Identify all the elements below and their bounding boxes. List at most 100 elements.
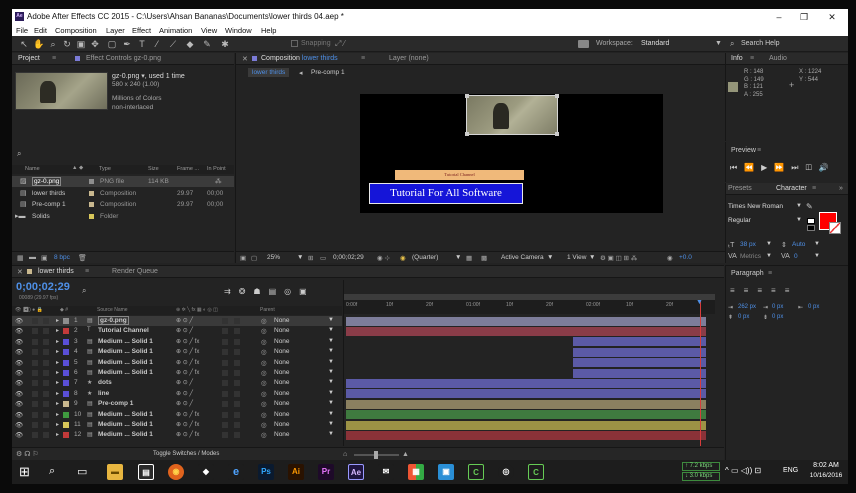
selection-tool-icon[interactable]: ↖ [18,38,30,50]
solo-toggle[interactable] [32,318,38,324]
lock-toggle[interactable] [43,328,49,335]
flowchart-icon[interactable]: ⁂ [215,177,222,185]
eye-icon[interactable]: 👁 [15,369,23,377]
bpc-button[interactable]: 8 bpc [54,254,70,261]
solo-toggle[interactable] [32,359,38,366]
layer-parent[interactable]: None [274,317,290,324]
roto-tool-icon[interactable]: ✎ [201,38,213,50]
expand-arrow-icon[interactable]: ▸ [56,421,59,428]
layer-parent[interactable]: None [274,369,290,376]
layer-name[interactable]: Medium ... Solid 1 [98,411,153,418]
switch-box[interactable] [234,422,240,428]
clock-time[interactable]: 8:02 AM [808,462,844,469]
tab-character[interactable]: Character [776,185,807,192]
search-icon[interactable]: ⌕ [49,465,55,478]
menu-help[interactable]: Help [261,26,276,35]
pickwhip-icon[interactable]: ◎ [261,338,267,346]
close-tab-icon[interactable]: ✕ [242,55,248,63]
layer-duration-bar[interactable] [572,337,706,347]
tab-render-queue[interactable]: Render Queue [112,268,158,275]
layer-parent[interactable]: None [274,327,290,334]
tutorial-channel-banner[interactable]: Tutorial Channel [395,170,524,180]
black-swatch[interactable] [807,225,815,231]
illustrator-icon[interactable]: Ai [288,464,304,480]
col-source-name[interactable]: Source Name [97,307,128,313]
chevron-down-icon[interactable]: ▼ [328,390,334,396]
menu-icon[interactable]: ≡ [750,55,754,62]
switch-box[interactable] [234,338,240,345]
label-color-swatch[interactable] [63,432,69,439]
pickwhip-icon[interactable]: ◎ [261,369,267,377]
layer-duration-bar[interactable] [346,326,706,336]
layer-parent[interactable]: None [274,421,290,428]
chevron-down-icon[interactable]: ▼ [328,421,334,427]
menu-icon[interactable]: ≡ [757,147,761,154]
chevron-down-icon[interactable]: ▼ [796,217,802,223]
close-icon[interactable]: ✕ [826,11,838,23]
layer-name[interactable]: gz-0.png [98,316,129,325]
layer-name[interactable]: line [98,390,109,397]
layer-duration-bar[interactable] [346,378,706,388]
switch-box[interactable] [234,411,240,418]
switch-box[interactable] [234,349,240,356]
lock-toggle[interactable] [43,338,49,345]
layer-name[interactable]: dots [98,379,112,386]
menu-icon[interactable]: ≡ [85,268,89,275]
switch-box[interactable] [222,359,228,366]
layer-row[interactable]: 👁 ▸ 3 ▤ Medium ... Solid 1 ⊕ ⊙ ╱ fx ◎ None ▼ [12,337,342,347]
snapping-checkbox[interactable] [291,40,298,47]
layer-row[interactable]: 👁 ▸ 12 ▤ Medium ... Solid 1 ⊕ ⊙ ╱ fx ◎ None ▼ [12,430,342,440]
crumb-pre-comp[interactable]: Pre-comp 1 [311,69,345,76]
layer-parent[interactable]: None [274,431,290,438]
project-item[interactable]: ▤ lower thirds Composition 29.97 00;00 [12,188,234,199]
grid-icon[interactable]: ⊞ [308,254,313,262]
roi-icon[interactable]: ▩ [481,254,487,262]
layer-duration-bar[interactable] [346,430,706,440]
solo-toggle[interactable] [32,390,38,397]
tab-presets[interactable]: Presets [728,185,752,192]
label-color-swatch[interactable] [63,359,69,366]
hand-tool-icon[interactable]: ✋ [33,38,45,50]
brush-tool-icon[interactable]: ⁄ [151,38,163,50]
expand-arrow-icon[interactable]: ▸ [56,317,59,324]
switch-box[interactable] [222,422,228,428]
chevron-down-icon[interactable]: ▼ [328,317,334,323]
eye-icon[interactable]: 👁 [15,317,23,325]
project-item[interactable]: ▤ Pre-comp 1 Composition 29.97 00;00 [12,199,234,210]
snapshot-icon[interactable]: ◉ ⊹ [377,254,390,262]
comp-timecode[interactable]: 0;00;02;29 [333,254,364,261]
switch-box[interactable] [222,328,228,335]
rotate-tool-icon[interactable]: ↻ [61,38,73,50]
menu-file[interactable]: File [16,26,28,35]
store-icon[interactable]: ▤ [138,464,154,480]
col-frame[interactable]: Frame ... [177,166,199,172]
pickwhip-icon[interactable]: ◎ [261,379,267,387]
sort-icon[interactable]: ▲ ◆ [72,165,83,171]
expand-arrow-icon[interactable]: ▸ [56,431,59,438]
windows-start-icon[interactable]: ⊞ [19,465,33,479]
menu-composition[interactable]: Composition [55,26,97,35]
file-explorer-icon[interactable]: ▬ [107,464,123,480]
layer-switches[interactable]: ⊕ ⊙ ╱ fx [176,421,199,428]
align-left-icon[interactable]: ≡ [730,286,744,295]
chevron-down-icon[interactable]: ▼ [766,241,772,247]
switch-box[interactable] [234,432,240,439]
app-icon[interactable]: ◆ [198,464,214,480]
zoom-out-icon[interactable]: ⌂ [343,451,347,458]
clone-tool-icon[interactable]: ⟋ [167,38,179,50]
layer-parent[interactable]: None [274,359,290,366]
chevron-down-icon[interactable]: ▼ [328,379,334,385]
indent-left-value[interactable]: 262 px [738,304,756,310]
solo-toggle[interactable] [32,328,38,335]
layer-switches[interactable]: ⊕ ⊙ ╱ fx [176,369,199,376]
menu-icon[interactable]: ≡ [768,270,772,277]
layer-name[interactable]: Medium ... Solid 1 [98,338,153,345]
expand-arrow-icon[interactable]: ▸ [56,338,59,345]
tab-composition[interactable]: Composition lower thirds [261,55,338,62]
layer-switches[interactable]: ⊕ ⊙ ╱ fx [176,359,199,366]
lock-toggle[interactable] [43,318,49,324]
lock-toggle[interactable] [43,370,49,376]
menu-effect[interactable]: Effect [132,26,151,35]
lock-toggle[interactable] [43,411,49,418]
stroke-color-swatch[interactable] [829,222,841,234]
